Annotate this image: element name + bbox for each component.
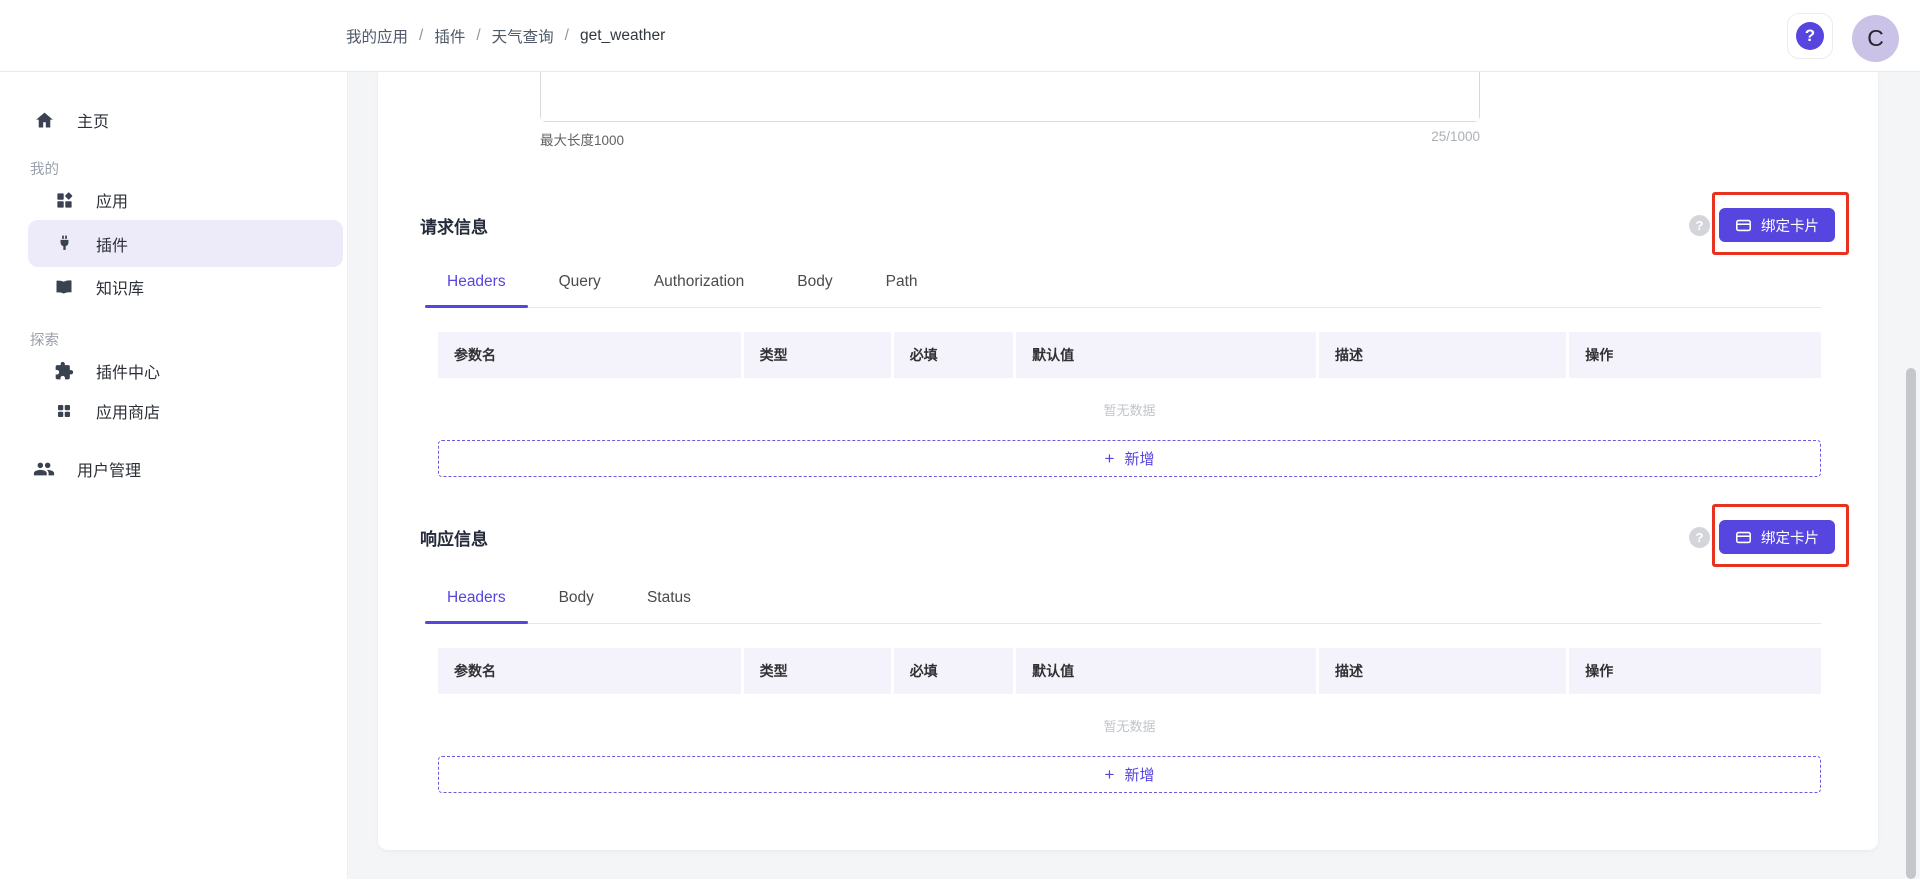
- breadcrumb: 我的应用 / 插件 / 天气查询 / get_weather: [346, 0, 665, 72]
- bind-card-button-request[interactable]: 绑定卡片: [1719, 208, 1835, 242]
- breadcrumb-weather-query[interactable]: 天气查询: [492, 25, 554, 47]
- add-row-button-request[interactable]: + 新增: [438, 440, 1821, 477]
- textarea-hint-row: 最大长度1000 25/1000: [540, 129, 1480, 149]
- sidebar-item-knowledge[interactable]: 知识库: [28, 267, 343, 307]
- request-tabs: Headers Query Authorization Body Path: [425, 257, 1821, 308]
- table-header-row: 参数名 类型 必填 默认值 描述 操作: [438, 332, 1821, 378]
- sidebar-item-home[interactable]: 主页: [0, 100, 347, 140]
- add-row-label: 新增: [1124, 448, 1154, 469]
- sidebar-item-label: 应用商店: [96, 399, 160, 423]
- sidebar-item-label: 插件中心: [96, 359, 160, 383]
- bind-card-button-response[interactable]: 绑定卡片: [1719, 520, 1835, 554]
- request-param-table: 参数名 类型 必填 默认值 描述 操作 暂无数据 + 新增: [438, 332, 1821, 477]
- top-header: 我的应用 / 插件 / 天气查询 / get_weather ? C: [0, 0, 1920, 72]
- tab-authorization[interactable]: Authorization: [632, 257, 766, 307]
- plus-icon: +: [1105, 450, 1115, 467]
- column-default: 默认值: [1016, 648, 1319, 694]
- plus-icon: +: [1105, 766, 1115, 783]
- tab-headers[interactable]: Headers: [425, 257, 528, 307]
- column-required: 必填: [894, 332, 1016, 378]
- sidebar-item-label: 知识库: [96, 275, 144, 299]
- tab-headers[interactable]: Headers: [425, 573, 528, 623]
- tab-body[interactable]: Body: [537, 573, 616, 623]
- breadcrumb-separator: /: [476, 27, 480, 45]
- description-textarea-box: [540, 72, 1480, 122]
- description-textarea[interactable]: [541, 72, 1479, 121]
- column-actions: 操作: [1569, 648, 1821, 694]
- card-icon: [1735, 529, 1752, 546]
- book-icon: [53, 277, 75, 297]
- sidebar-item-app-store[interactable]: 应用商店: [28, 391, 343, 431]
- apps-icon: [53, 191, 75, 210]
- add-row-button-response[interactable]: + 新增: [438, 756, 1821, 793]
- empty-state-text: 暂无数据: [438, 694, 1821, 756]
- tab-body[interactable]: Body: [775, 257, 854, 307]
- users-icon: [33, 458, 55, 480]
- sidebar-item-apps[interactable]: 应用: [28, 180, 343, 220]
- breadcrumb-my-apps[interactable]: 我的应用: [346, 25, 408, 47]
- help-button[interactable]: ?: [1787, 13, 1833, 59]
- bind-card-label: 绑定卡片: [1761, 527, 1819, 548]
- request-help-icon[interactable]: ?: [1689, 215, 1710, 236]
- tab-status[interactable]: Status: [625, 573, 713, 623]
- plug-icon: [53, 234, 75, 253]
- sidebar-item-plugins[interactable]: 插件: [28, 220, 343, 267]
- column-required: 必填: [894, 648, 1016, 694]
- home-icon: [33, 110, 55, 131]
- sidebar-section-label: 我的: [30, 158, 59, 179]
- response-section-title: 响应信息: [420, 525, 488, 550]
- column-description: 描述: [1319, 332, 1569, 378]
- sidebar-item-user-management[interactable]: 用户管理: [0, 449, 347, 489]
- sidebar-section-label: 探索: [30, 329, 59, 350]
- column-actions: 操作: [1569, 332, 1821, 378]
- sidebar-item-label: 应用: [96, 188, 128, 212]
- bind-card-label: 绑定卡片: [1761, 215, 1819, 236]
- max-length-hint: 最大长度1000: [540, 129, 624, 149]
- table-header-row: 参数名 类型 必填 默认值 描述 操作: [438, 648, 1821, 694]
- sidebar-item-plugin-center[interactable]: 插件中心: [28, 351, 343, 391]
- column-param-name: 参数名: [438, 648, 744, 694]
- column-default: 默认值: [1016, 332, 1319, 378]
- vertical-scrollbar-thumb[interactable]: [1906, 368, 1916, 879]
- sidebar-item-label: 用户管理: [77, 457, 141, 481]
- sidebar: 主页 我的 应用 插件 知识库 探索 插件中心 应用商店: [0, 72, 348, 879]
- response-help-icon[interactable]: ?: [1689, 527, 1710, 548]
- request-section-header: 请求信息 ? 绑定卡片: [420, 197, 1835, 253]
- column-type: 类型: [744, 648, 894, 694]
- column-type: 类型: [744, 332, 894, 378]
- breadcrumb-get-weather: get_weather: [580, 27, 665, 45]
- sidebar-section-explore: 探索: [0, 327, 347, 351]
- tab-query[interactable]: Query: [537, 257, 623, 307]
- response-section-header: 响应信息 ? 绑定卡片: [420, 509, 1835, 565]
- avatar[interactable]: C: [1852, 15, 1899, 62]
- tab-path[interactable]: Path: [864, 257, 940, 307]
- breadcrumb-separator: /: [565, 27, 569, 45]
- sidebar-section-my: 我的: [0, 156, 347, 180]
- add-row-label: 新增: [1124, 764, 1154, 785]
- response-tabs: Headers Body Status: [425, 573, 1821, 624]
- main-content-card: 最大长度1000 25/1000 请求信息 ? 绑定卡片 Headers Que…: [378, 72, 1878, 850]
- breadcrumb-plugins[interactable]: 插件: [434, 25, 465, 47]
- sidebar-item-label: 插件: [96, 232, 128, 256]
- char-counter: 25/1000: [1431, 129, 1480, 149]
- empty-state-text: 暂无数据: [438, 378, 1821, 440]
- avatar-initial: C: [1867, 25, 1884, 52]
- card-icon: [1735, 217, 1752, 234]
- column-description: 描述: [1319, 648, 1569, 694]
- column-param-name: 参数名: [438, 332, 744, 378]
- response-param-table: 参数名 类型 必填 默认值 描述 操作 暂无数据 + 新增: [438, 648, 1821, 793]
- breadcrumb-separator: /: [419, 27, 423, 45]
- request-section-title: 请求信息: [420, 213, 488, 238]
- puzzle-icon: [53, 361, 75, 381]
- sidebar-item-label: 主页: [77, 108, 109, 132]
- grid-icon: [53, 402, 75, 420]
- question-mark-icon: ?: [1796, 22, 1824, 50]
